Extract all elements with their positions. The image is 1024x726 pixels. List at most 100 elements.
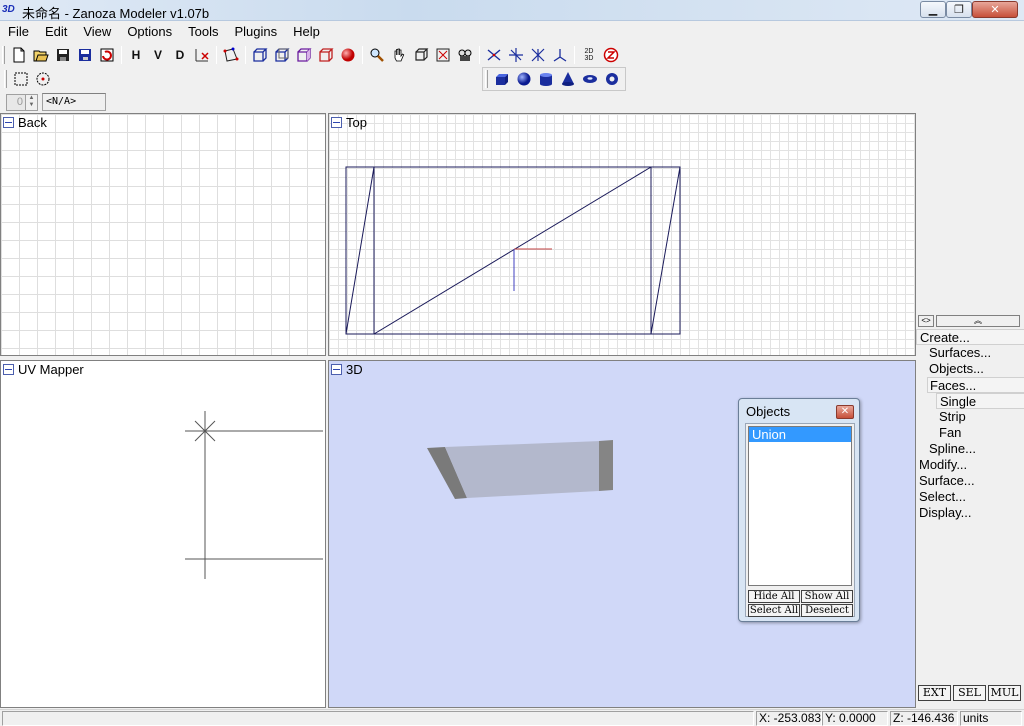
pan-hand-icon[interactable] xyxy=(388,44,410,66)
view-h-button[interactable]: H xyxy=(125,44,147,66)
main-toolbar: H V D 2D 3D xyxy=(2,43,622,67)
reset-view-icon[interactable] xyxy=(191,44,213,66)
menu-help[interactable]: Help xyxy=(285,24,328,39)
objects-window: Objects ✕ Union Hide All Show All Select… xyxy=(738,398,860,622)
objects-list[interactable]: Union xyxy=(748,426,852,586)
command-panel: <> ︽ Create... Surfaces... Objects... Fa… xyxy=(916,113,1024,708)
new-icon[interactable] xyxy=(8,44,30,66)
ext-button[interactable]: EXT xyxy=(918,685,951,701)
cube-back-icon[interactable] xyxy=(271,44,293,66)
move-icon[interactable] xyxy=(483,44,505,66)
menu-view[interactable]: View xyxy=(75,24,119,39)
window-title: 未命名 - Zanoza Modeler v1.07b xyxy=(22,6,210,21)
open-icon[interactable] xyxy=(30,44,52,66)
object-name-field[interactable]: <N/A> xyxy=(42,93,106,111)
revert-icon[interactable] xyxy=(96,44,118,66)
status-y-coord: Y: 0.0000 xyxy=(822,711,888,726)
tree-item-create[interactable]: Create... xyxy=(916,329,1024,345)
close-button[interactable]: ✕ xyxy=(972,1,1018,18)
viewport-uv-mapper[interactable]: UV Mapper xyxy=(0,360,326,708)
toolbar-grip[interactable] xyxy=(4,70,7,88)
minimize-button[interactable]: ▁ xyxy=(920,1,946,18)
menu-tools[interactable]: Tools xyxy=(180,24,226,39)
tree-item-faces[interactable]: Faces... xyxy=(927,377,1024,393)
status-z-coord: Z: -146.436 xyxy=(890,711,958,726)
z-icon[interactable] xyxy=(600,44,622,66)
tree-item-single[interactable]: Single xyxy=(936,393,1024,409)
menu-edit[interactable]: Edit xyxy=(37,24,75,39)
deselect-button[interactable]: Deselect xyxy=(801,604,853,617)
maximize-button[interactable]: ❐ xyxy=(946,1,972,18)
fit-view-icon[interactable] xyxy=(432,44,454,66)
sel-button[interactable]: SEL xyxy=(953,685,986,701)
status-units: units xyxy=(960,711,1022,726)
toolbar-grip[interactable] xyxy=(485,70,488,88)
tree-item-surfaces[interactable]: Surfaces... xyxy=(916,345,1024,361)
uv-wireframe xyxy=(185,411,323,579)
rect-select-icon[interactable] xyxy=(10,68,32,90)
mesh-top-face xyxy=(445,441,601,498)
tree-item-select[interactable]: Select... xyxy=(916,489,1024,505)
status-x-coord: X: -253.083 xyxy=(756,711,822,726)
torus-icon[interactable] xyxy=(579,68,601,90)
toolbar-separator xyxy=(362,46,363,64)
select-all-button[interactable]: Select All xyxy=(748,604,800,617)
scale-icon[interactable] xyxy=(527,44,549,66)
cone-icon[interactable] xyxy=(557,68,579,90)
save-as-icon[interactable] xyxy=(74,44,96,66)
rotate-icon[interactable] xyxy=(505,44,527,66)
orbit-cube-icon[interactable] xyxy=(410,44,432,66)
show-all-button[interactable]: Show All xyxy=(801,590,853,603)
tree-item-fan[interactable]: Fan xyxy=(916,425,1024,441)
cube-front-icon[interactable] xyxy=(249,44,271,66)
objects-window-close-button[interactable]: ✕ xyxy=(836,405,854,419)
sphere-icon[interactable] xyxy=(513,68,535,90)
viewport-back[interactable]: Back xyxy=(0,113,326,356)
frame-spinner-input[interactable]: 0 xyxy=(6,93,26,111)
camera-icon[interactable] xyxy=(454,44,476,66)
circle-select-icon[interactable] xyxy=(32,68,54,90)
tree-item-objects[interactable]: Objects... xyxy=(916,361,1024,377)
hide-all-button[interactable]: Hide All xyxy=(748,590,800,603)
tree-item-surface[interactable]: Surface... xyxy=(916,473,1024,489)
select-vertex-icon[interactable] xyxy=(220,44,242,66)
panel-collapse-button[interactable]: ︽ xyxy=(936,315,1020,327)
tree-item-strip[interactable]: Strip xyxy=(916,409,1024,425)
ring-icon[interactable] xyxy=(601,68,623,90)
viewport-menu-icon[interactable] xyxy=(3,117,14,128)
render-sphere-icon[interactable] xyxy=(337,44,359,66)
frame-spinner-arrows[interactable]: ▲ ▼ xyxy=(26,93,38,111)
cylinder-icon[interactable] xyxy=(535,68,557,90)
panel-toggle-button[interactable]: <> xyxy=(918,315,934,327)
toolbar-separator xyxy=(216,46,217,64)
app-icon: 3D xyxy=(2,4,15,15)
object-list-item[interactable]: Union xyxy=(749,427,851,442)
cube-red-icon[interactable] xyxy=(315,44,337,66)
tree-item-modify[interactable]: Modify... xyxy=(916,457,1024,473)
box-icon[interactable] xyxy=(491,68,513,90)
save-icon[interactable] xyxy=(52,44,74,66)
tree-item-spline[interactable]: Spline... xyxy=(916,441,1024,457)
top-mesh-edge xyxy=(345,166,375,335)
toolbar-separator xyxy=(574,46,575,64)
tree-item-display[interactable]: Display... xyxy=(916,505,1024,521)
objects-window-title: Objects xyxy=(746,404,791,419)
view-d-button[interactable]: D xyxy=(169,44,191,66)
axis-icon[interactable] xyxy=(549,44,571,66)
zoom-icon[interactable] xyxy=(366,44,388,66)
mul-button[interactable]: MUL xyxy=(988,685,1021,701)
toolbar-grip[interactable] xyxy=(2,46,5,64)
mode-buttons: EXT SEL MUL xyxy=(918,685,1021,701)
menu-plugins[interactable]: Plugins xyxy=(226,24,285,39)
cube-side-icon[interactable] xyxy=(293,44,315,66)
toolbar-separator xyxy=(245,46,246,64)
2d-3d-icon[interactable]: 2D 3D xyxy=(578,44,600,66)
menu-options[interactable]: Options xyxy=(119,24,180,39)
viewport-back-header: Back xyxy=(3,115,47,130)
viewport-top[interactable]: Top xyxy=(328,113,916,356)
toolbar-separator xyxy=(479,46,480,64)
menu-file[interactable]: File xyxy=(0,24,37,39)
title-bar: 3D 未命名 - Zanoza Modeler v1.07b ▁ ❐ ✕ xyxy=(0,0,1024,21)
selection-toolbar xyxy=(4,67,54,91)
view-v-button[interactable]: V xyxy=(147,44,169,66)
